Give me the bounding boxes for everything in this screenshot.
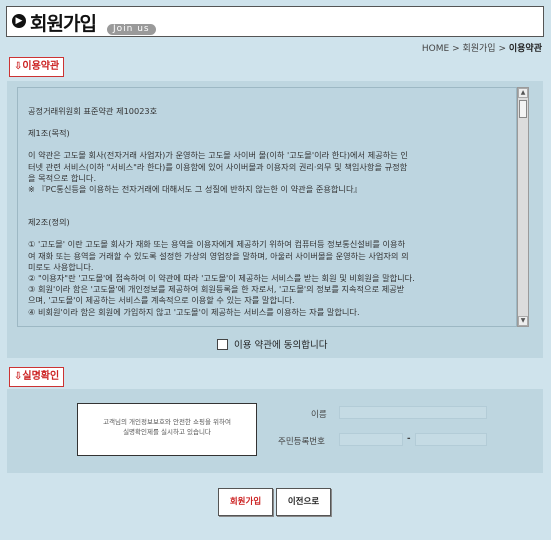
breadcrumb: HOME > 회원가입 > 이용약관 [422,41,542,54]
breadcrumb-join[interactable]: 회원가입 [462,44,495,54]
rrn-first-input[interactable] [339,433,403,446]
name-label: 이름 [311,410,327,420]
terms-line: 공정거래위원회 표준약관 제10023호 [28,106,158,116]
terms-line: ④ 비회원'이라 함은 회원에 가입하지 않고 '고도몰'이 제공하는 서비스를… [28,306,360,317]
terms-line: 미로도 사용합니다. [28,261,94,272]
terms-line: 제1조(목적) [28,128,70,139]
chevron-right-icon: > [452,44,463,54]
name-input[interactable] [339,406,487,419]
rrn-separator: - [407,434,411,444]
terms-line: 을 목적으로 합니다. [28,172,97,183]
scroll-down-icon[interactable]: ▼ [518,316,528,326]
rrn-label: 주민등록번호 [278,437,325,447]
join-us-label: Join us [113,24,150,34]
scroll-up-icon[interactable]: ▲ [518,88,528,98]
agree-checkbox[interactable] [217,338,228,350]
terms-line: 터넷 관련 서비스(이하 "서비스"라 한다)를 이용함에 있어 사이버몰과 이… [28,161,408,172]
agree-row: 이용 약관에 동의합니다 [217,337,327,351]
verify-notice: 고객님의 개인정보보호와 안전한 쇼핑을 위하여 실명확인제를 실시하고 있습니… [77,403,257,456]
notice-line: 고객님의 개인정보보호와 안전한 쇼핑을 위하여 [103,418,231,426]
notice-line: 실명확인제를 실시하고 있습니다 [123,428,211,436]
agree-label[interactable]: 이용 약관에 동의합니다 [234,337,327,351]
terms-line: 여 재화 또는 용역을 거래할 수 있도록 설정한 가상의 영업장을 말하며, … [28,250,409,261]
join-button[interactable]: 회원가입 [218,488,273,516]
verify-section-label: ⇩실명확인 [9,367,65,387]
breadcrumb-current: 이용약관 [508,44,542,54]
terms-textarea[interactable]: 공정거래위원회 표준약관 제10023호 제1조(목적) 이 약관은 고도몰 회… [17,87,517,327]
terms-line: ② "이용자"란 '고도몰'에 접속하여 이 약관에 따라 '고도몰'이 제공하… [28,273,415,284]
terms-line: 제2조(정의) [28,217,70,228]
page-title: 회원가입 [30,13,97,35]
terms-section-label: ⇩이용약관 [9,57,65,77]
rrn-second-input[interactable] [415,433,487,446]
terms-line: 이 약관은 고도몰 회사(전자거래 사업자)가 운영하는 고도몰 사이버 몰(이… [28,150,408,161]
chevron-right-icon: > [498,44,509,54]
join-us-badge: Join us [107,24,156,35]
terms-line: ① '고도몰' 이란 고도몰 회사가 재화 또는 용역을 이용자에게 제공하기 … [28,239,406,250]
terms-line: ※ 『PC통신등을 이용하는 전자거래에 대해서도 그 성질에 반하지 않는한 … [28,184,362,195]
back-button[interactable]: 이전으로 [276,488,331,516]
breadcrumb-home[interactable]: HOME [422,44,449,54]
terms-line: 으며, '고도몰'이 제공하는 서비스를 계속적으로 이용할 수 있는 자를 말… [28,295,295,306]
scroll-thumb[interactable] [519,100,527,118]
terms-scrollbar[interactable]: ▲ ▼ [517,87,529,327]
terms-line: ③ 회원'이라 함은 '고도몰'에 개인정보를 제공하여 회원등록을 한 자로서… [28,284,405,295]
circle-arrow-icon: ▶ [12,14,26,28]
